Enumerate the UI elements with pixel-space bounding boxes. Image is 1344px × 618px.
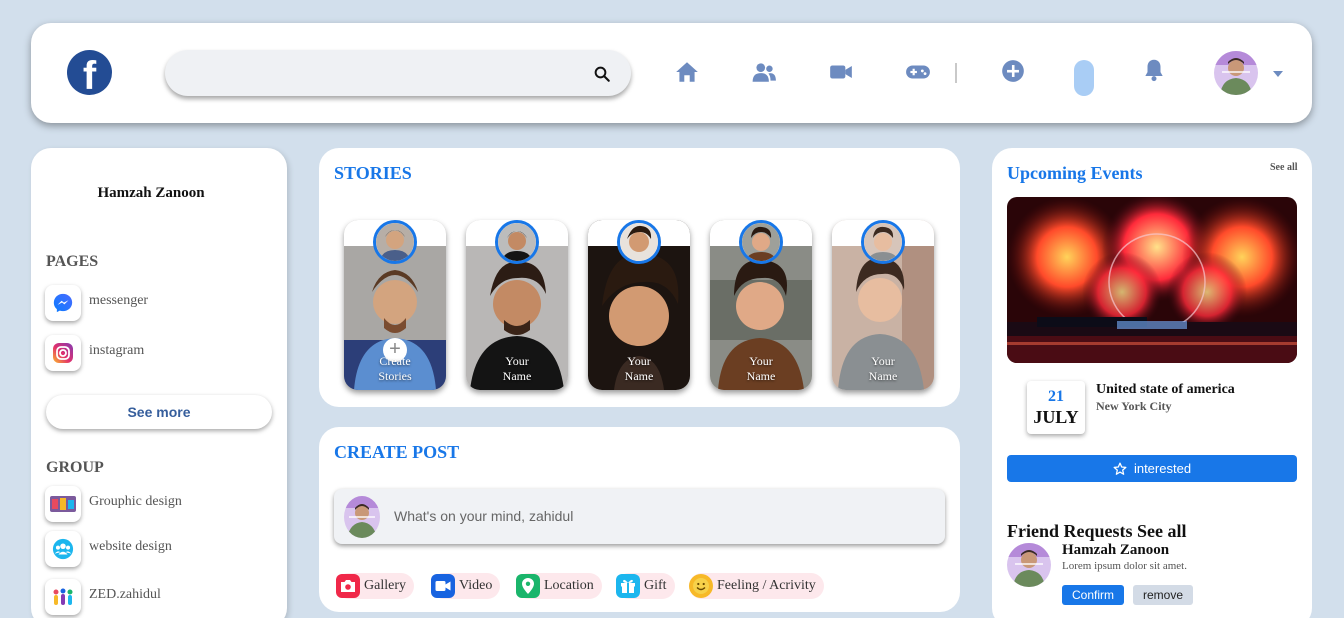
story-caption: Your Name <box>588 354 690 384</box>
home-icon[interactable] <box>674 59 700 85</box>
story-avatar <box>861 220 905 264</box>
event-image[interactable] <box>1007 197 1297 363</box>
story-card[interactable]: Your Name <box>588 220 690 390</box>
group-label: Grouphic design <box>89 494 182 509</box>
story-caption-line: Your <box>749 354 773 368</box>
gallery-button[interactable]: Gallery <box>336 573 414 599</box>
avatar-image <box>1214 51 1258 95</box>
story-caption-line: Your <box>505 354 529 368</box>
post-composer <box>334 489 945 544</box>
event-place: United state of america <box>1096 382 1235 397</box>
page-label: messenger <box>89 293 149 308</box>
friend-avatar[interactable] <box>1007 543 1051 587</box>
story-caption-line: Name <box>624 369 654 383</box>
gift-icon <box>616 574 640 598</box>
story-caption-line: Name <box>746 369 776 383</box>
smiley-icon <box>689 574 713 598</box>
story-caption: Create Stories <box>344 354 446 384</box>
friend-name[interactable]: Hamzah Zanoon <box>1062 542 1169 559</box>
action-label: Video <box>459 578 493 593</box>
event-date: 21 JULY <box>1027 381 1085 434</box>
fireworks-image <box>1007 197 1297 363</box>
bell-icon[interactable] <box>1141 57 1167 83</box>
action-label: Location <box>544 578 594 593</box>
facebook-logo[interactable]: f <box>67 50 112 95</box>
story-avatar <box>495 220 539 264</box>
search-bar <box>165 50 631 96</box>
camera-icon <box>336 574 360 598</box>
interested-button[interactable]: interested <box>1007 455 1297 482</box>
confirm-button[interactable]: Confirm <box>1062 585 1124 605</box>
video-button[interactable]: Video <box>431 573 501 599</box>
action-label: Feeling / Acrivity <box>717 578 816 593</box>
remove-button[interactable]: remove <box>1133 585 1193 605</box>
messenger-pill-button[interactable] <box>1074 60 1094 96</box>
group-crowd-icon <box>45 579 81 615</box>
feeling-button[interactable]: Feeling / Acrivity <box>689 573 824 599</box>
see-more-button[interactable]: See more <box>46 395 272 429</box>
group-thumbnail-icon <box>45 486 81 522</box>
interested-label: interested <box>1133 461 1192 476</box>
story-caption-line: Your <box>627 354 651 368</box>
location-pin-icon <box>516 574 540 598</box>
create-post-card: CREATE POST Gallery Video Location Gift … <box>319 427 960 612</box>
story-caption-line: Create <box>379 354 411 368</box>
add-icon[interactable] <box>1000 58 1026 84</box>
top-navbar: f <box>31 23 1312 123</box>
messenger-icon <box>45 285 81 321</box>
instagram-icon <box>45 335 81 371</box>
events-title: Upcoming Events <box>1007 163 1143 183</box>
stories-title: STORIES <box>334 163 412 183</box>
story-card[interactable]: + Create Stories <box>344 220 446 390</box>
story-card[interactable]: Your Name <box>466 220 568 390</box>
story-caption-line: Your <box>871 354 895 368</box>
event-month: JULY <box>1033 407 1079 427</box>
post-input[interactable] <box>394 504 914 528</box>
event-city: New York City <box>1096 399 1172 413</box>
story-caption-line: Name <box>868 369 898 383</box>
stories-card: STORIES + Create Stories Your Name Your Nam… <box>319 148 960 407</box>
group-heading: GROUP <box>46 459 104 476</box>
profile-avatar[interactable] <box>1214 51 1258 95</box>
video-camera-icon <box>431 574 455 598</box>
gift-button[interactable]: Gift <box>616 573 675 599</box>
story-caption: Your Name <box>710 354 812 384</box>
search-icon[interactable] <box>593 65 611 83</box>
logo-letter: f <box>82 54 97 95</box>
action-label: Gallery <box>364 578 406 593</box>
story-card[interactable]: Your Name <box>710 220 812 390</box>
chevron-down-icon[interactable] <box>1273 71 1283 77</box>
nav-divider <box>955 63 957 83</box>
friends-icon[interactable] <box>751 59 777 85</box>
pages-heading: PAGES <box>46 253 99 270</box>
composer-avatar <box>344 496 380 538</box>
action-label: Gift <box>644 578 667 593</box>
star-icon <box>1113 462 1127 475</box>
story-avatar <box>373 220 417 264</box>
story-avatar <box>739 220 783 264</box>
story-caption: Your Name <box>466 354 568 384</box>
friend-text: Lorem ipsum dolor sit amet. <box>1062 560 1187 572</box>
search-input[interactable] <box>185 60 585 86</box>
page-label: instagram <box>89 343 145 358</box>
right-sidebar: Upcoming Events See all 21 JULY United s… <box>992 148 1312 618</box>
left-sidebar: Hamzah Zanoon PAGES messenger instagram … <box>31 148 287 618</box>
story-caption: Your Name <box>832 354 934 384</box>
group-label: website design <box>89 539 172 554</box>
story-avatar <box>617 220 661 264</box>
video-icon[interactable] <box>828 59 854 85</box>
event-day: 21 <box>1048 388 1064 405</box>
profile-name[interactable]: Hamzah Zanoon <box>31 185 271 202</box>
events-see-all-link[interactable]: See all <box>1270 162 1298 173</box>
group-label: ZED.zahidul <box>89 587 161 602</box>
create-post-title: CREATE POST <box>334 442 460 462</box>
location-button[interactable]: Location <box>516 573 602 599</box>
story-caption-line: Name <box>502 369 532 383</box>
story-card[interactable]: Your Name <box>832 220 934 390</box>
gaming-icon[interactable] <box>905 59 931 85</box>
story-caption-line: Stories <box>378 369 412 383</box>
friend-requests-title: Friend Requests See all <box>1007 521 1187 541</box>
group-people-icon <box>45 531 81 567</box>
